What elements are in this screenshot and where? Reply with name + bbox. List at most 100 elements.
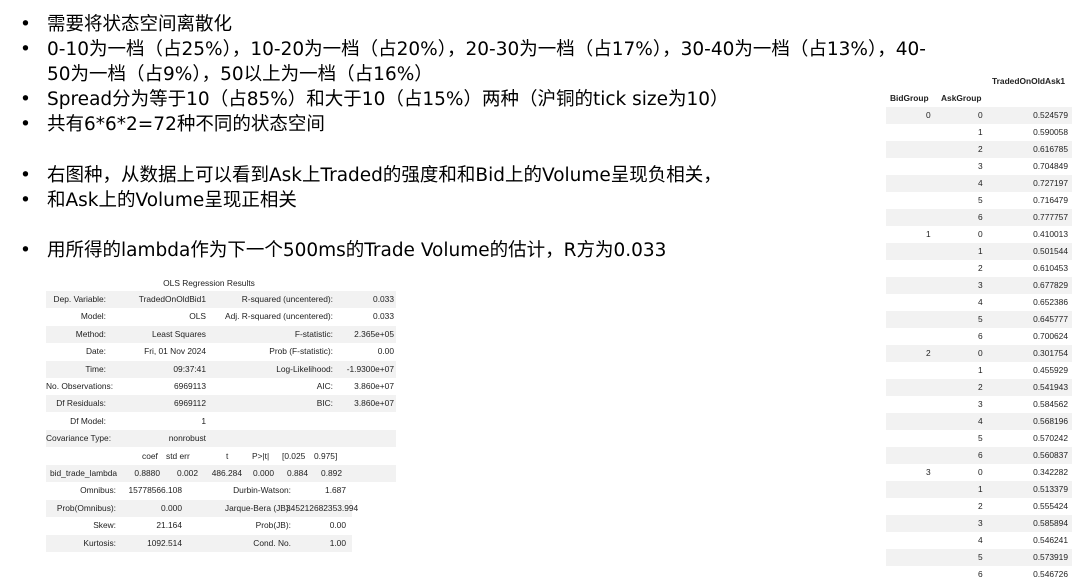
ask-group-label: 3: [978, 518, 983, 528]
grouped-table-row: 5 0.570242: [886, 430, 1072, 447]
traded-value: 0.570242: [1033, 433, 1068, 443]
ols-coef-header-cell: coef: [142, 450, 158, 461]
traded-value: 0.555424: [1033, 501, 1068, 511]
traded-value: 0.645777: [1033, 314, 1068, 324]
ask-group-label: 6: [978, 331, 983, 341]
ask-group-label: 6: [978, 569, 983, 579]
traded-value: 0.568196: [1033, 416, 1068, 426]
index-header-bidgroup: BidGroup: [890, 93, 929, 103]
ask-group-label: 0: [978, 467, 983, 477]
ols-diag-cell: 1.687: [325, 485, 346, 496]
ask-group-label: 6: [978, 450, 983, 460]
ols-diag-row: Kurtosis: 1092.514 Cond. No. 1.00: [46, 534, 352, 552]
grouped-table-row: 1 0.501544: [886, 243, 1072, 260]
ask-group-label: 5: [978, 314, 983, 324]
ask-group-label: 0: [978, 229, 983, 239]
grouped-table-row: 3 0.704849: [886, 158, 1072, 175]
bullet-text: 需要将状态空间离散化: [47, 14, 233, 35]
ols-coef-header-cell: t: [226, 450, 229, 461]
traded-value: 0.501544: [1033, 246, 1068, 256]
ols-cell: 6969112: [174, 398, 206, 409]
ols-cell: 0.033: [373, 294, 394, 304]
ols-cell: nonrobust: [168, 433, 206, 444]
ols-cell: 0.00: [377, 346, 394, 357]
bullet-text-continuation: 50为一档（占9%），50以上为一档（占16%）: [47, 64, 433, 85]
ols-summary-row: Time: 09:37:41 Log-Likelihood: -1.9300e+07: [46, 360, 396, 378]
ols-diag-cell: 0.00: [329, 520, 346, 531]
ols-cell: R-squared (uncentered):: [241, 294, 333, 304]
ols-cell: F-statistic:: [294, 328, 333, 339]
bullet-dot: •: [20, 240, 31, 261]
ols-diag-cell: Omnibus:: [80, 485, 116, 496]
ols-diag-row: Omnibus: 15778566.108 Durbin-Watson: 1.687: [46, 482, 352, 499]
ols-cell: 1: [201, 415, 206, 426]
traded-value: 0.704849: [1033, 161, 1068, 171]
traded-value: 0.560837: [1033, 450, 1068, 460]
ols-diag-cell: 0.000: [161, 502, 182, 513]
ols-diag-cell: Jarque-Bera (JB):: [224, 502, 291, 513]
ols-cell: 3.860e+07: [354, 398, 394, 409]
bid-group-label: 3: [926, 467, 931, 477]
grouped-table-row: 2 0.541943: [886, 379, 1072, 396]
ols-cell: TradedOnOldBid1: [138, 294, 206, 304]
ols-diag-cell: 345212682353.994: [286, 502, 359, 513]
bullet-dot: •: [20, 89, 31, 110]
ols-cell: 3.860e+07: [354, 381, 394, 391]
ols-diag-cell: 1092.514: [147, 537, 182, 548]
traded-value: 0.585894: [1033, 518, 1068, 528]
ask-group-label: 1: [978, 246, 983, 256]
ols-coef-cell: 0.002: [177, 468, 198, 478]
grouped-table-row: 5 0.573919: [886, 549, 1072, 566]
traded-value: 0.524579: [1033, 110, 1068, 120]
bid-group-label: 0: [926, 110, 931, 120]
traded-value: 0.610453: [1033, 263, 1068, 273]
ols-coef-cell: 486.284: [211, 468, 242, 478]
ols-cell: 09:37:41: [173, 363, 206, 374]
grouped-table-row: 6 0.777757: [886, 209, 1072, 226]
ols-coef-cell: 0.884: [287, 468, 308, 478]
ols-cell: -1.9300e+07: [346, 363, 394, 374]
traded-value: 0.727197: [1033, 178, 1068, 188]
ask-group-label: 3: [978, 161, 983, 171]
ask-group-label: 0: [978, 348, 983, 358]
bullet-dot: •: [20, 114, 31, 135]
traded-value: 0.410013: [1033, 229, 1068, 239]
ask-group-label: 4: [978, 416, 983, 426]
ask-group-label: 2: [978, 501, 983, 511]
grouped-table-row: 3 0.584562: [886, 396, 1072, 413]
ols-cell: No. Observations:: [46, 381, 114, 391]
ols-coef-header-cell: std err: [166, 450, 190, 461]
traded-value: 0.342282: [1033, 467, 1068, 477]
ask-group-label: 5: [978, 195, 983, 205]
ols-summary-row: Df Residuals: 6969112 BIC: 3.860e+07: [46, 395, 396, 413]
ols-diag-cell: 21.164: [156, 520, 182, 531]
grouped-table-row: 6 0.560837: [886, 447, 1072, 464]
ols-cell: 6969113: [174, 381, 206, 391]
ols-cell: Time:: [85, 363, 106, 374]
ols-coef-header-cell: [0.025: [282, 450, 306, 461]
ols-cell: Df Residuals:: [56, 398, 106, 409]
traded-value: 0.584562: [1033, 399, 1068, 409]
ask-group-label: 1: [978, 484, 983, 494]
traded-value: 0.677829: [1033, 280, 1068, 290]
ask-group-label: 2: [978, 382, 983, 392]
grouped-table-row: 4 0.568196: [886, 413, 1072, 430]
ols-cell: Dep. Variable:: [53, 294, 106, 304]
ask-group-label: 4: [978, 297, 983, 307]
ols-coef-row: bid_trade_lambda 0.8880 0.002 486.284 0.000 0…: [46, 465, 396, 482]
ask-group-label: 3: [978, 399, 983, 409]
ask-group-label: 5: [978, 433, 983, 443]
ols-cell: BIC:: [316, 398, 333, 409]
ols-cell: AIC:: [316, 381, 333, 391]
ols-cell: Df Model:: [70, 415, 106, 426]
ols-cell: Method:: [75, 328, 106, 339]
ols-coef-cell: 0.892: [321, 468, 342, 478]
grouped-table-row: 1 0.590058: [886, 124, 1072, 141]
grouped-table-row: 4 0.652386: [886, 294, 1072, 311]
ols-coef-cell: bid_trade_lambda: [50, 468, 118, 478]
bullet-text: 共有6*6*2=72种不同的状态空间: [47, 114, 325, 135]
grouped-table-row: 4 0.546241: [886, 532, 1072, 549]
column-header: TradedOnOldAsk1: [992, 76, 1066, 86]
bid-group-label: 2: [926, 348, 931, 358]
traded-value: 0.700624: [1033, 331, 1068, 341]
